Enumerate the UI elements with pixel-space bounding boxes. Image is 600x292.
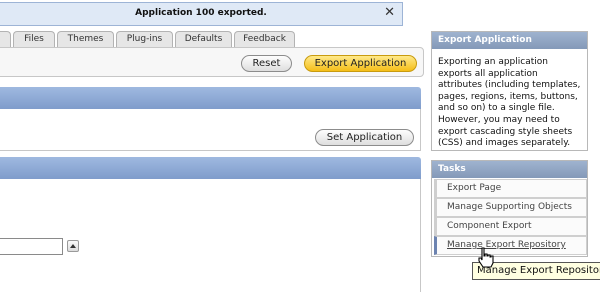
close-icon[interactable]: ✕: [384, 5, 395, 21]
panel-title: Tasks: [432, 161, 587, 178]
panel-title: Export Application: [432, 32, 587, 49]
export-application-panel: Export Application Exporting an applicat…: [431, 31, 588, 151]
button-region: Reset Export Application: [0, 47, 424, 77]
tab-partial[interactable]: [0, 31, 11, 48]
notification-message: Application 100 exported.: [135, 8, 267, 18]
success-notification: Application 100 exported. ✕: [0, 2, 403, 26]
arrow-up-icon[interactable]: [67, 240, 79, 252]
panel-description: Exporting an application exports all app…: [438, 57, 581, 149]
region-header: [0, 157, 421, 179]
reset-button[interactable]: Reset: [241, 55, 292, 72]
task-manage-export-repository[interactable]: Manage Export Repository: [434, 236, 587, 255]
text-input[interactable]: [0, 238, 63, 255]
export-application-button[interactable]: Export Application: [304, 55, 417, 72]
region-body: [0, 179, 421, 292]
task-export-page[interactable]: Export Page: [434, 179, 587, 198]
region-body: Set Application: [0, 109, 421, 151]
task-component-export[interactable]: Component Export: [434, 217, 587, 236]
region-header: [0, 87, 421, 109]
set-application-button[interactable]: Set Application: [315, 129, 414, 146]
tab-defaults[interactable]: Defaults: [175, 31, 232, 48]
hand-cursor-icon: [478, 247, 494, 268]
tab-plugins[interactable]: Plug-ins: [116, 31, 173, 48]
tab-themes[interactable]: Themes: [57, 31, 114, 48]
task-manage-supporting-objects[interactable]: Manage Supporting Objects: [434, 198, 587, 217]
tab-files[interactable]: Files: [13, 31, 55, 48]
tasks-panel: Tasks Export Page Manage Supporting Obje…: [431, 160, 588, 257]
tab-feedback[interactable]: Feedback: [234, 31, 295, 48]
